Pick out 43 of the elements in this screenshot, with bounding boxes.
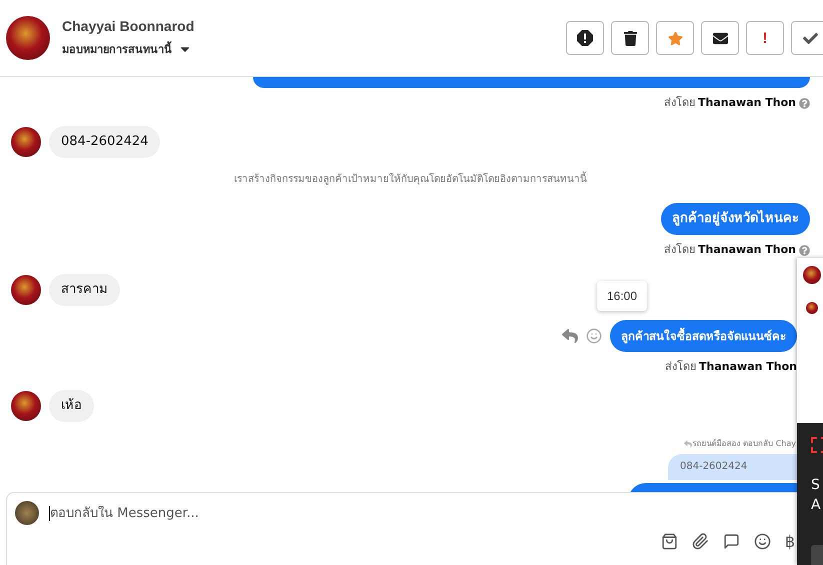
done-button[interactable] (791, 21, 823, 55)
chat-bubble-icon[interactable] (722, 533, 740, 550)
delete-button[interactable] (611, 21, 649, 55)
help-icon[interactable] (799, 98, 810, 108)
help-icon[interactable] (799, 244, 810, 256)
popup-text: A (811, 497, 822, 513)
system-notice: เราสร้างกิจกรรมของลูกค้าเป้าหมายให้กับคุณโดยอัตโนมัติโดยอิงตามการสนทนานี้ (11, 173, 810, 187)
message-bubble: สารคาม (49, 274, 120, 306)
sender-label: ส่งโดย Thanawan Thon (665, 360, 797, 374)
spam-button[interactable] (566, 21, 604, 55)
popup-text: S (811, 477, 821, 493)
star-icon (668, 30, 682, 46)
star-button[interactable] (656, 21, 694, 55)
unread-button[interactable] (701, 21, 739, 55)
avatar (803, 266, 821, 284)
avatar (11, 127, 41, 157)
check-icon (802, 30, 818, 46)
stop-sign-icon (577, 30, 593, 46)
baht-button[interactable]: ฿ (784, 533, 795, 551)
contact-name: Chayyai Boonnarod (62, 18, 196, 34)
message-bubble: เห้อ (49, 390, 94, 422)
page-avatar (15, 501, 39, 525)
important-button[interactable]: ! (746, 21, 784, 55)
reply-icon[interactable] (562, 328, 578, 344)
trash-icon (622, 30, 638, 46)
message-bubble: ลูกค้าสนใจซื้อสดหรือจัดแนนซ์คะ (610, 320, 797, 352)
reply-icon (684, 440, 692, 448)
sender-label: ส่งโดย Thanawan Thon (664, 96, 796, 110)
message-bubble: ลูกค้าอยู่จังหวัดไหนคะ (661, 203, 810, 235)
avatar (11, 275, 41, 305)
message-bubble: 084-2602424 (49, 126, 160, 158)
shopping-bag-icon[interactable] (660, 533, 678, 550)
app-icon (811, 437, 823, 453)
smiley-icon[interactable] (754, 533, 771, 550)
avatar (11, 391, 41, 421)
assign-dropdown[interactable]: มอบหมายการสนทนานี้ (62, 40, 554, 58)
sender-label: ส่งโดย Thanawan Thon (664, 243, 796, 257)
time-tooltip: 16:00 (596, 281, 647, 311)
envelope-icon (712, 30, 728, 46)
paperclip-icon[interactable] (692, 533, 709, 550)
avatar (806, 302, 818, 314)
reply-label: รถยนต์มือสอง ตอบกลับ Chay (692, 438, 796, 450)
profile-avatar (6, 16, 50, 60)
